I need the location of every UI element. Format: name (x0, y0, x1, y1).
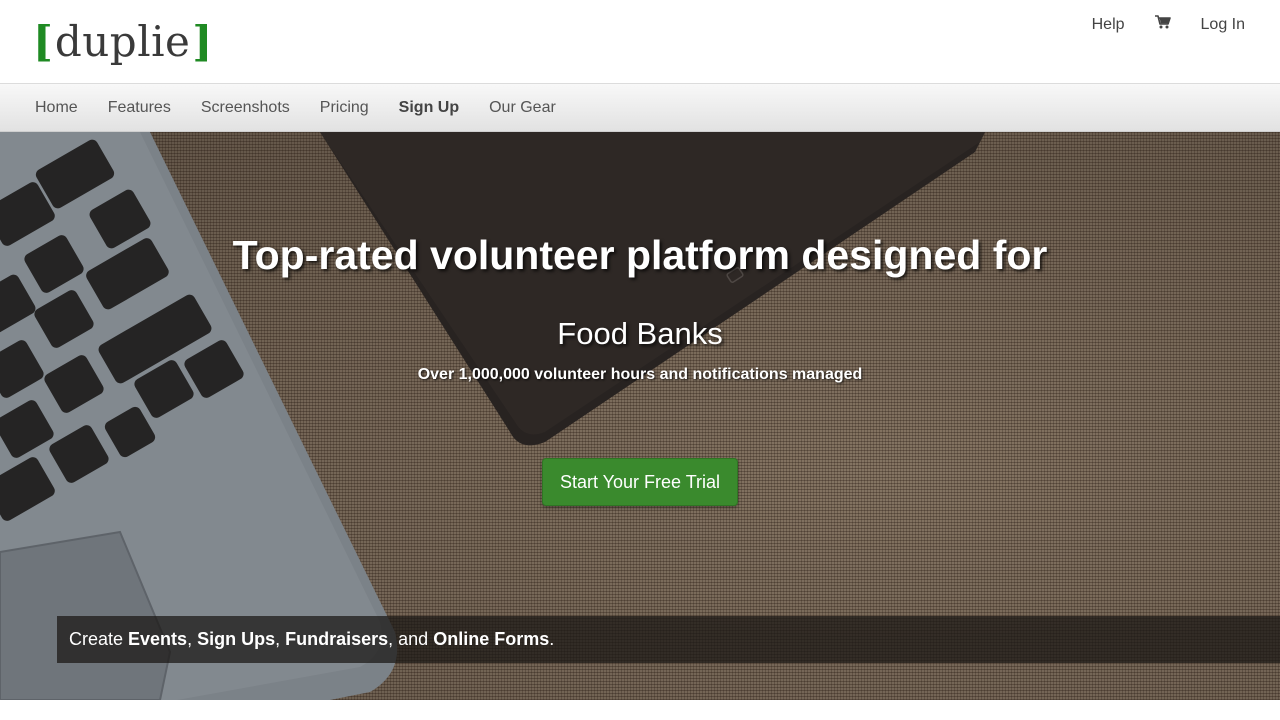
start-free-trial-button[interactable]: Start Your Free Trial (542, 458, 738, 506)
main-nav: Home Features Screenshots Pricing Sign U… (0, 84, 1280, 132)
cart-icon (1154, 15, 1171, 29)
features-sep: , (187, 629, 198, 649)
nav-sign-up[interactable]: Sign Up (399, 99, 459, 117)
feature-fundraisers: Fundraisers (285, 629, 389, 649)
feature-online-forms: Online Forms (433, 629, 550, 649)
features-prefix: Create (69, 629, 129, 649)
login-link[interactable]: Log In (1201, 16, 1245, 34)
hero-stat: Over 1,000,000 volunteer hours and notif… (417, 366, 863, 383)
hero-title: Top-rated volunteer platform designed fo… (232, 232, 1048, 278)
features-sep: , and (388, 629, 434, 649)
hero-subtitle: Food Banks (557, 316, 723, 351)
logo-wordmark: duplie (54, 17, 191, 66)
logo-bracket-close: ] (192, 17, 213, 66)
feature-sign-ups: Sign Ups (197, 629, 276, 649)
feature-events: Events (128, 629, 188, 649)
logo-bracket-open: [ (33, 17, 53, 66)
help-link[interactable]: Help (1092, 16, 1125, 34)
nav-features[interactable]: Features (108, 99, 171, 117)
nav-our-gear[interactable]: Our Gear (489, 99, 556, 117)
hero-section: Top-rated volunteer platform designed fo… (0, 132, 1280, 700)
utility-nav: Help Log In (1092, 14, 1245, 35)
site-header: [ duplie ] Help Log In (0, 0, 1280, 84)
duplie-logo[interactable]: [ duplie ] (33, 17, 212, 67)
cart-link[interactable] (1154, 14, 1171, 35)
hero-overlay (0, 132, 1280, 700)
features-bar: Create Events , Sign Ups , Fundraisers ,… (57, 616, 1280, 663)
nav-home[interactable]: Home (35, 99, 78, 117)
features-sep: , (275, 629, 286, 649)
nav-screenshots[interactable]: Screenshots (201, 99, 290, 117)
features-suffix: . (549, 629, 555, 649)
nav-pricing[interactable]: Pricing (320, 99, 369, 117)
